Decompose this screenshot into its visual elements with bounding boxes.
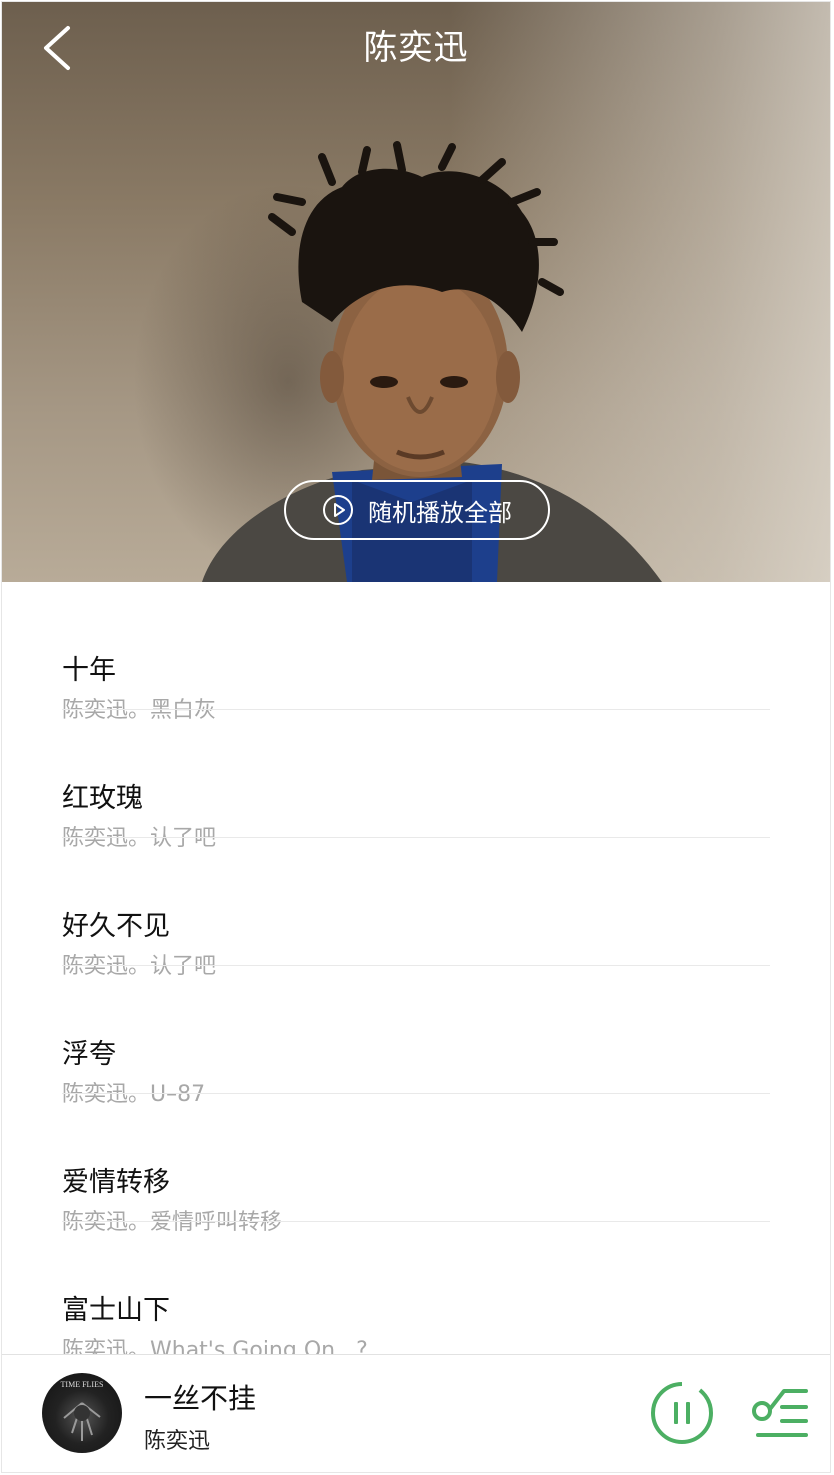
album-art-text: TIME FLIES xyxy=(61,1380,104,1389)
now-playing-artist: 陈奕迅 xyxy=(144,1429,211,1454)
album-art[interactable]: TIME FLIES xyxy=(42,1373,122,1453)
song-item[interactable]: 好久不见 陈奕迅。认了吧 xyxy=(62,838,770,979)
playlist-icon xyxy=(752,1389,808,1437)
song-title: 好久不见 xyxy=(62,911,170,942)
song-subtitle: 陈奕迅。What's Going On...? xyxy=(62,1338,368,1354)
song-title: 红玫瑰 xyxy=(62,783,143,814)
play-circle-icon xyxy=(322,494,354,526)
song-item[interactable]: 红玫瑰 陈奕迅。认了吧 xyxy=(62,710,770,851)
shuffle-play-all-button[interactable]: 随机播放全部 xyxy=(284,480,550,540)
now-playing-title: 一丝不挂 xyxy=(144,1382,257,1415)
song-item[interactable]: 富士山下 陈奕迅。What's Going On...? xyxy=(62,1222,770,1354)
artist-hero: 陈奕迅 随机播放全部 xyxy=(2,2,830,582)
song-title: 富士山下 xyxy=(62,1295,170,1326)
song-item[interactable]: 十年 陈奕迅。黑白灰 xyxy=(62,582,770,723)
app-frame: 陈奕迅 随机播放全部 十年 陈奕迅。黑白灰 红玫瑰 陈奕迅。认了吧 好久不见 陈… xyxy=(1,1,831,1473)
song-list: 十年 陈奕迅。黑白灰 红玫瑰 陈奕迅。认了吧 好久不见 陈奕迅。认了吧 浮夸 陈… xyxy=(2,582,830,1354)
song-title: 浮夸 xyxy=(62,1039,116,1070)
playlist-button[interactable] xyxy=(750,1385,810,1445)
song-title: 爱情转移 xyxy=(62,1167,170,1198)
pause-circle-icon xyxy=(651,1380,713,1444)
mini-player: TIME FLIES 一丝不挂 陈奕迅 xyxy=(2,1354,830,1472)
song-item[interactable]: 爱情转移 陈奕迅。爱情呼叫转移 xyxy=(62,1094,770,1235)
song-item[interactable]: 浮夸 陈奕迅。U–87 xyxy=(62,966,770,1107)
pause-button[interactable] xyxy=(650,1380,714,1445)
song-title: 十年 xyxy=(62,655,116,686)
page-title: 陈奕迅 xyxy=(363,28,469,68)
shuffle-play-all-label: 随机播放全部 xyxy=(368,498,512,527)
